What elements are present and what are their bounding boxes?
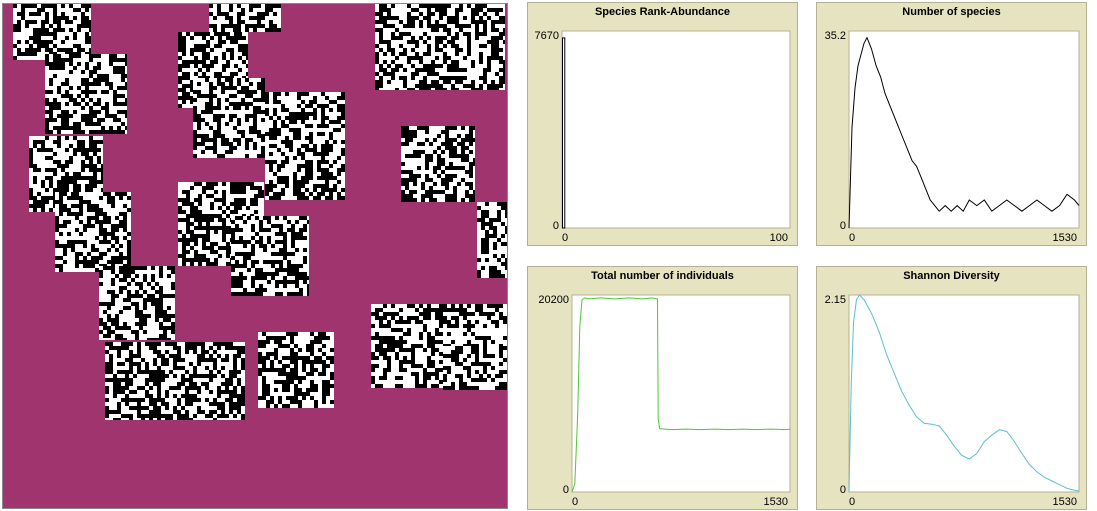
habitat-patch [265, 92, 345, 200]
habitat-patch [477, 202, 507, 278]
habitat-patch [105, 342, 245, 420]
habitat-patch [209, 4, 281, 32]
y-min-label: 0 [840, 220, 846, 232]
plot-canvas: 35.2 00 1530 [825, 30, 1080, 244]
y-max-label: 7670 [535, 30, 559, 42]
y-min-label: 0 [840, 484, 846, 496]
plot-area [561, 30, 791, 229]
x-min-label: 0 [849, 232, 855, 244]
habitat-patch [443, 346, 507, 390]
plot-area [848, 30, 1080, 229]
y-max-label: 2.15 [825, 294, 846, 306]
y-max-label: 20200 [538, 294, 569, 306]
plot-number-of-species: Number of species 35.2 0 0 1530 [816, 2, 1087, 246]
habitat-patch [99, 266, 175, 340]
plot-canvas: 2.15 00 1530 [825, 294, 1080, 508]
habitat-patch [55, 192, 131, 272]
plot-area [571, 294, 791, 493]
x-min-label: 0 [849, 496, 855, 508]
x-max-label: 1530 [764, 496, 788, 508]
habitat-patch [401, 126, 475, 202]
plot-canvas: 20200 00 1530 [538, 294, 791, 508]
x-max-label: 1530 [1053, 232, 1077, 244]
habitat-patch [231, 216, 309, 296]
plot-total-individuals: Total number of individuals 20200 0 0 1530 [527, 266, 798, 510]
habitat-patch [193, 78, 265, 158]
habitat-patch [45, 54, 127, 134]
y-max-label: 35.2 [825, 30, 846, 42]
habitat-patch [375, 4, 505, 90]
habitat-patch [258, 332, 334, 408]
plot-rank-abundance: Species Rank-Abundance 7670 0 0 100 [527, 2, 798, 246]
plot-shannon-diversity: Shannon Diversity 2.15 0 0 1530 [816, 266, 1087, 510]
plot-canvas: 7670 00 100 [535, 30, 791, 244]
x-min-label: 0 [572, 496, 578, 508]
y-min-label: 0 [553, 220, 559, 232]
world-view[interactable] [2, 3, 508, 509]
habitat-patch [13, 4, 91, 60]
x-max-label: 100 [770, 232, 788, 244]
x-max-label: 1530 [1053, 496, 1077, 508]
y-min-label: 0 [563, 484, 569, 496]
x-min-label: 0 [562, 232, 568, 244]
world-canvas[interactable] [3, 4, 507, 508]
plot-area [848, 294, 1080, 493]
